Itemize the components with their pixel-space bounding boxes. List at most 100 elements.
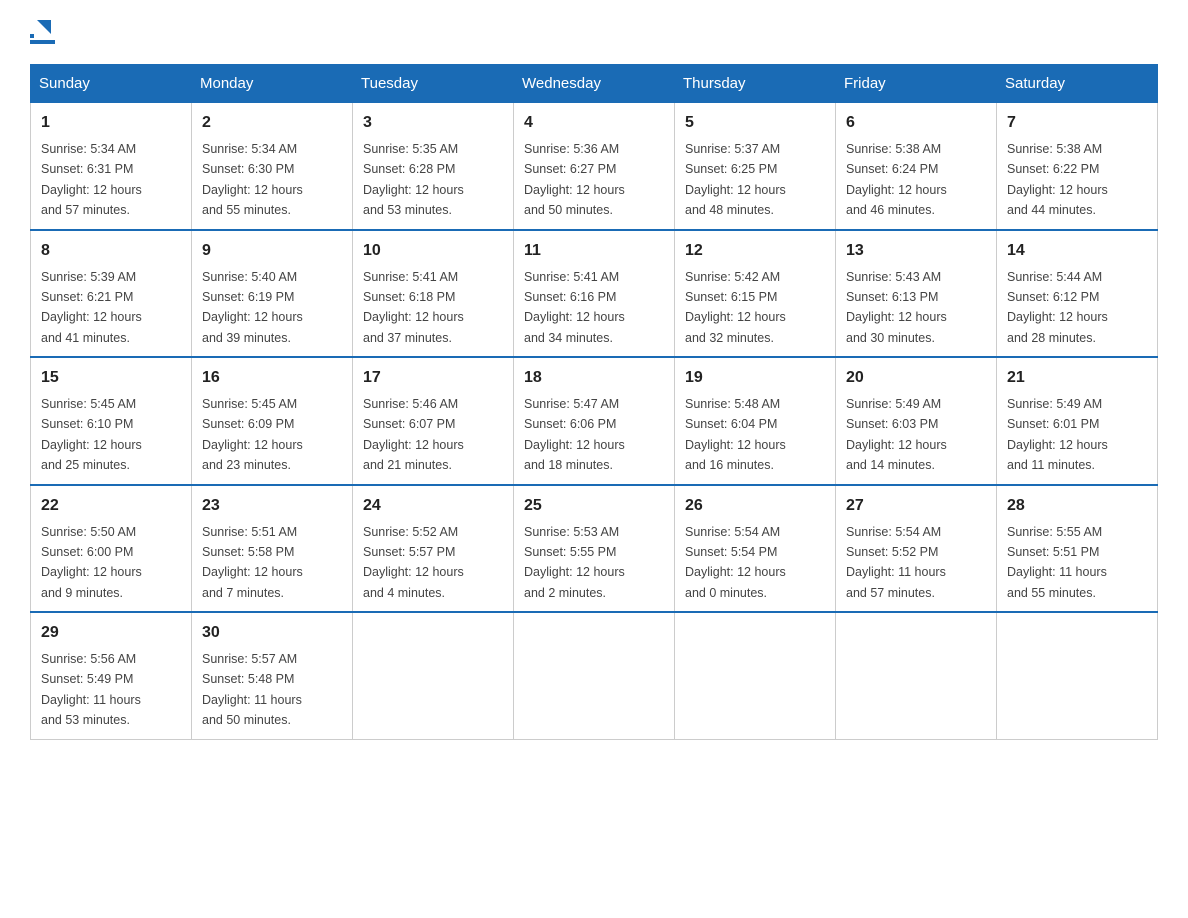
- day-number: 8: [41, 239, 181, 263]
- day-info: Sunrise: 5:34 AMSunset: 6:30 PMDaylight:…: [202, 142, 303, 217]
- day-number: 14: [1007, 239, 1147, 263]
- day-info: Sunrise: 5:49 AMSunset: 6:01 PMDaylight:…: [1007, 397, 1108, 472]
- day-info: Sunrise: 5:52 AMSunset: 5:57 PMDaylight:…: [363, 525, 464, 600]
- day-number: 30: [202, 621, 342, 645]
- day-number: 5: [685, 111, 825, 135]
- day-info: Sunrise: 5:57 AMSunset: 5:48 PMDaylight:…: [202, 652, 302, 727]
- day-number: 24: [363, 494, 503, 518]
- calendar-day-cell: 25 Sunrise: 5:53 AMSunset: 5:55 PMDaylig…: [514, 485, 675, 613]
- day-info: Sunrise: 5:38 AMSunset: 6:22 PMDaylight:…: [1007, 142, 1108, 217]
- day-number: 26: [685, 494, 825, 518]
- calendar-day-cell: 21 Sunrise: 5:49 AMSunset: 6:01 PMDaylig…: [997, 357, 1158, 485]
- day-info: Sunrise: 5:43 AMSunset: 6:13 PMDaylight:…: [846, 270, 947, 345]
- weekday-header-row: SundayMondayTuesdayWednesdayThursdayFrid…: [31, 65, 1158, 103]
- calendar-day-cell: 27 Sunrise: 5:54 AMSunset: 5:52 PMDaylig…: [836, 485, 997, 613]
- calendar-day-cell: [997, 612, 1158, 739]
- day-number: 11: [524, 239, 664, 263]
- calendar-day-cell: 17 Sunrise: 5:46 AMSunset: 6:07 PMDaylig…: [353, 357, 514, 485]
- calendar-day-cell: 11 Sunrise: 5:41 AMSunset: 6:16 PMDaylig…: [514, 230, 675, 358]
- day-number: 25: [524, 494, 664, 518]
- day-info: Sunrise: 5:53 AMSunset: 5:55 PMDaylight:…: [524, 525, 625, 600]
- day-info: Sunrise: 5:54 AMSunset: 5:54 PMDaylight:…: [685, 525, 786, 600]
- day-info: Sunrise: 5:41 AMSunset: 6:16 PMDaylight:…: [524, 270, 625, 345]
- day-number: 2: [202, 111, 342, 135]
- calendar-day-cell: 14 Sunrise: 5:44 AMSunset: 6:12 PMDaylig…: [997, 230, 1158, 358]
- day-info: Sunrise: 5:34 AMSunset: 6:31 PMDaylight:…: [41, 142, 142, 217]
- logo-triangle-icon: [33, 16, 55, 38]
- day-number: 12: [685, 239, 825, 263]
- logo-underline: [30, 40, 55, 44]
- calendar-day-cell: 26 Sunrise: 5:54 AMSunset: 5:54 PMDaylig…: [675, 485, 836, 613]
- calendar-day-cell: 5 Sunrise: 5:37 AMSunset: 6:25 PMDayligh…: [675, 103, 836, 230]
- calendar-day-cell: [675, 612, 836, 739]
- day-number: 29: [41, 621, 181, 645]
- calendar-day-cell: 2 Sunrise: 5:34 AMSunset: 6:30 PMDayligh…: [192, 103, 353, 230]
- page-header: [30, 20, 1158, 44]
- calendar-day-cell: 20 Sunrise: 5:49 AMSunset: 6:03 PMDaylig…: [836, 357, 997, 485]
- day-number: 9: [202, 239, 342, 263]
- calendar-day-cell: 16 Sunrise: 5:45 AMSunset: 6:09 PMDaylig…: [192, 357, 353, 485]
- day-info: Sunrise: 5:49 AMSunset: 6:03 PMDaylight:…: [846, 397, 947, 472]
- calendar-day-cell: 4 Sunrise: 5:36 AMSunset: 6:27 PMDayligh…: [514, 103, 675, 230]
- day-number: 16: [202, 366, 342, 390]
- calendar-day-cell: 19 Sunrise: 5:48 AMSunset: 6:04 PMDaylig…: [675, 357, 836, 485]
- logo: [30, 20, 55, 44]
- day-info: Sunrise: 5:44 AMSunset: 6:12 PMDaylight:…: [1007, 270, 1108, 345]
- day-number: 27: [846, 494, 986, 518]
- day-info: Sunrise: 5:46 AMSunset: 6:07 PMDaylight:…: [363, 397, 464, 472]
- calendar-day-cell: [353, 612, 514, 739]
- day-info: Sunrise: 5:54 AMSunset: 5:52 PMDaylight:…: [846, 525, 946, 600]
- day-info: Sunrise: 5:42 AMSunset: 6:15 PMDaylight:…: [685, 270, 786, 345]
- day-info: Sunrise: 5:50 AMSunset: 6:00 PMDaylight:…: [41, 525, 142, 600]
- day-info: Sunrise: 5:39 AMSunset: 6:21 PMDaylight:…: [41, 270, 142, 345]
- calendar-day-cell: 18 Sunrise: 5:47 AMSunset: 6:06 PMDaylig…: [514, 357, 675, 485]
- day-info: Sunrise: 5:37 AMSunset: 6:25 PMDaylight:…: [685, 142, 786, 217]
- day-number: 15: [41, 366, 181, 390]
- weekday-header-sunday: Sunday: [31, 65, 192, 103]
- calendar-day-cell: 15 Sunrise: 5:45 AMSunset: 6:10 PMDaylig…: [31, 357, 192, 485]
- day-number: 7: [1007, 111, 1147, 135]
- calendar-day-cell: 22 Sunrise: 5:50 AMSunset: 6:00 PMDaylig…: [31, 485, 192, 613]
- calendar-week-row: 1 Sunrise: 5:34 AMSunset: 6:31 PMDayligh…: [31, 103, 1158, 230]
- day-info: Sunrise: 5:55 AMSunset: 5:51 PMDaylight:…: [1007, 525, 1107, 600]
- calendar-day-cell: 28 Sunrise: 5:55 AMSunset: 5:51 PMDaylig…: [997, 485, 1158, 613]
- calendar-day-cell: 12 Sunrise: 5:42 AMSunset: 6:15 PMDaylig…: [675, 230, 836, 358]
- calendar-day-cell: 8 Sunrise: 5:39 AMSunset: 6:21 PMDayligh…: [31, 230, 192, 358]
- day-number: 19: [685, 366, 825, 390]
- calendar-day-cell: 10 Sunrise: 5:41 AMSunset: 6:18 PMDaylig…: [353, 230, 514, 358]
- day-number: 21: [1007, 366, 1147, 390]
- calendar-week-row: 22 Sunrise: 5:50 AMSunset: 6:00 PMDaylig…: [31, 485, 1158, 613]
- day-number: 6: [846, 111, 986, 135]
- calendar-table: SundayMondayTuesdayWednesdayThursdayFrid…: [30, 64, 1158, 740]
- day-info: Sunrise: 5:45 AMSunset: 6:10 PMDaylight:…: [41, 397, 142, 472]
- weekday-header-friday: Friday: [836, 65, 997, 103]
- calendar-day-cell: 29 Sunrise: 5:56 AMSunset: 5:49 PMDaylig…: [31, 612, 192, 739]
- day-number: 28: [1007, 494, 1147, 518]
- calendar-day-cell: 23 Sunrise: 5:51 AMSunset: 5:58 PMDaylig…: [192, 485, 353, 613]
- day-info: Sunrise: 5:48 AMSunset: 6:04 PMDaylight:…: [685, 397, 786, 472]
- day-info: Sunrise: 5:36 AMSunset: 6:27 PMDaylight:…: [524, 142, 625, 217]
- calendar-day-cell: 9 Sunrise: 5:40 AMSunset: 6:19 PMDayligh…: [192, 230, 353, 358]
- calendar-week-row: 8 Sunrise: 5:39 AMSunset: 6:21 PMDayligh…: [31, 230, 1158, 358]
- day-number: 20: [846, 366, 986, 390]
- calendar-day-cell: 24 Sunrise: 5:52 AMSunset: 5:57 PMDaylig…: [353, 485, 514, 613]
- weekday-header-saturday: Saturday: [997, 65, 1158, 103]
- weekday-header-thursday: Thursday: [675, 65, 836, 103]
- day-number: 22: [41, 494, 181, 518]
- day-info: Sunrise: 5:56 AMSunset: 5:49 PMDaylight:…: [41, 652, 141, 727]
- calendar-week-row: 29 Sunrise: 5:56 AMSunset: 5:49 PMDaylig…: [31, 612, 1158, 739]
- calendar-day-cell: 1 Sunrise: 5:34 AMSunset: 6:31 PMDayligh…: [31, 103, 192, 230]
- calendar-day-cell: 7 Sunrise: 5:38 AMSunset: 6:22 PMDayligh…: [997, 103, 1158, 230]
- day-info: Sunrise: 5:45 AMSunset: 6:09 PMDaylight:…: [202, 397, 303, 472]
- day-info: Sunrise: 5:40 AMSunset: 6:19 PMDaylight:…: [202, 270, 303, 345]
- weekday-header-wednesday: Wednesday: [514, 65, 675, 103]
- day-number: 13: [846, 239, 986, 263]
- calendar-day-cell: [836, 612, 997, 739]
- day-info: Sunrise: 5:47 AMSunset: 6:06 PMDaylight:…: [524, 397, 625, 472]
- calendar-day-cell: [514, 612, 675, 739]
- day-info: Sunrise: 5:51 AMSunset: 5:58 PMDaylight:…: [202, 525, 303, 600]
- day-number: 4: [524, 111, 664, 135]
- day-number: 18: [524, 366, 664, 390]
- day-number: 3: [363, 111, 503, 135]
- calendar-day-cell: 13 Sunrise: 5:43 AMSunset: 6:13 PMDaylig…: [836, 230, 997, 358]
